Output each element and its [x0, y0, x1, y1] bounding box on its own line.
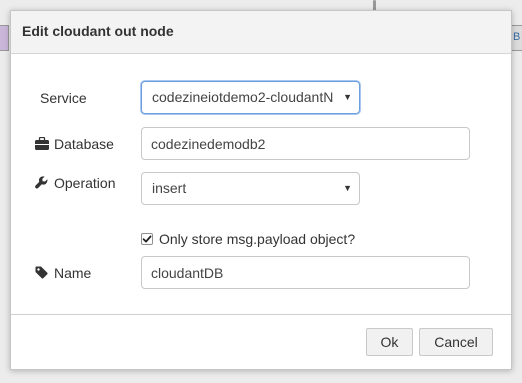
payload-only-label: Only store msg.payload object? [159, 231, 356, 247]
service-select-value: codezineiotdemo2-cloudantN [152, 89, 334, 105]
tag-icon [35, 266, 51, 280]
database-field[interactable] [141, 127, 470, 160]
briefcase-icon [35, 137, 51, 151]
service-select[interactable]: codezineiotdemo2-cloudantN ▼ [141, 81, 360, 114]
flow-node-right: B [511, 25, 522, 51]
operation-select[interactable]: insert ▼ [141, 172, 360, 205]
database-label: Database [35, 136, 114, 152]
payload-only-checkbox[interactable] [141, 233, 153, 245]
operation-label: Operation [35, 175, 115, 191]
name-label: Name [35, 265, 91, 281]
chevron-down-icon: ▼ [343, 183, 352, 193]
flow-node-right-label: B [513, 31, 521, 43]
flow-node-left [0, 25, 9, 51]
payload-only-row: Only store msg.payload object? [141, 229, 355, 249]
operation-select-value: insert [152, 180, 187, 196]
name-field[interactable] [141, 256, 470, 289]
operation-row: Operation insert ▼ [11, 172, 511, 206]
wrench-icon [35, 176, 51, 190]
service-label: Service [40, 90, 87, 106]
chevron-down-icon: ▼ [343, 92, 352, 102]
service-row: Service codezineiotdemo2-cloudantN ▼ [11, 81, 511, 115]
dialog-title: Edit cloudant out node [11, 11, 511, 54]
database-row: Database [11, 127, 511, 161]
name-row: Name [11, 256, 511, 290]
cancel-button[interactable]: Cancel [419, 328, 493, 356]
edit-node-dialog: Edit cloudant out node Service codezinei… [10, 10, 512, 370]
ok-button[interactable]: Ok [366, 328, 413, 356]
